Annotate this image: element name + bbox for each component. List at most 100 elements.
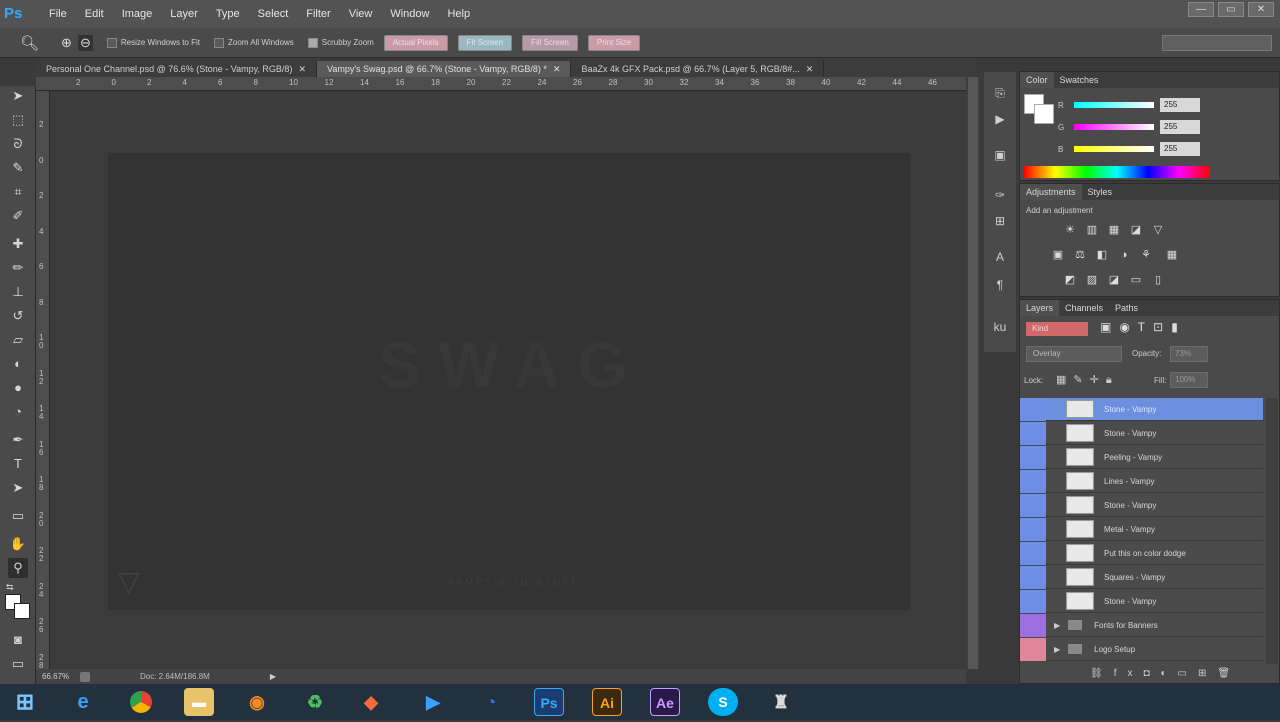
menu-help[interactable]: Help xyxy=(438,0,479,28)
history-brush-tool-icon[interactable]: ↺ xyxy=(8,306,28,326)
zoom-out-icon[interactable]: ⊖ xyxy=(77,34,93,51)
character-panel-icon[interactable]: A xyxy=(991,248,1009,266)
gradient-tool-icon[interactable]: ◐ xyxy=(8,354,28,374)
scrubby-zoom-checkbox[interactable] xyxy=(307,37,318,48)
actual-pixels-button[interactable]: Actual Pixels xyxy=(383,34,448,51)
layer-group-row[interactable]: ▶ Fonts for Banners xyxy=(1020,613,1263,637)
tab-baazx-gfx-pack[interactable]: BaaZx 4k GFX Pack.psd @ 66.7% (Layer 5, … xyxy=(571,61,825,77)
green-value[interactable]: 255 xyxy=(1160,120,1200,134)
hand-tool-icon[interactable]: ✋ xyxy=(8,534,28,554)
tab-styles[interactable]: Styles xyxy=(1082,184,1119,200)
expand-group-icon[interactable]: ▶ xyxy=(1054,645,1060,654)
photo-filter-icon[interactable]: ⚘ xyxy=(1138,247,1154,263)
red-track[interactable] xyxy=(1074,102,1154,108)
taskbar-skype[interactable]: S xyxy=(708,688,738,716)
eyedropper-tool-icon[interactable]: ✐ xyxy=(8,206,28,226)
gradient-map-icon[interactable]: ▽ xyxy=(1150,222,1166,238)
fill-screen-button[interactable]: Fill Screen xyxy=(522,34,578,51)
layer-row[interactable]: Stone - Vampy xyxy=(1020,589,1263,613)
quick-mask-icon[interactable]: ◙ xyxy=(8,630,28,650)
brightness-icon[interactable]: ☀ xyxy=(1062,222,1078,238)
brush-panel-icon[interactable]: ✑ xyxy=(991,186,1009,204)
tab-color[interactable]: Color xyxy=(1020,72,1054,88)
vertical-scrollbar[interactable] xyxy=(966,77,980,669)
workspace-switcher[interactable] xyxy=(1162,34,1272,51)
green-track[interactable] xyxy=(1074,124,1154,130)
layer-row[interactable]: Put this on color dodge xyxy=(1020,541,1263,565)
eraser-tool-icon[interactable]: ▱ xyxy=(8,330,28,350)
filter-kind-dropdown[interactable]: Kind xyxy=(1026,322,1088,336)
visibility-toggle[interactable] xyxy=(1020,469,1046,493)
zoom-level[interactable]: 66.67% xyxy=(36,672,76,681)
zoom-in-icon[interactable]: ⊕ xyxy=(61,35,72,51)
invert-icon[interactable]: ◩ xyxy=(1062,272,1078,288)
posterize-icon[interactable]: ▨ xyxy=(1084,272,1100,288)
crop-tool-icon[interactable]: ⌗ xyxy=(8,182,28,202)
background-color-swatch[interactable] xyxy=(14,603,30,619)
ie-icon[interactable]: e xyxy=(68,688,98,716)
layer-row[interactable]: Metal - Vampy xyxy=(1020,517,1263,541)
zoom-tool-button-icon[interactable]: ⚲ xyxy=(8,558,28,578)
blend-mode-dropdown[interactable]: Overlay xyxy=(1026,346,1122,362)
menu-select[interactable]: Select xyxy=(249,0,298,28)
path-selection-tool-icon[interactable]: ➤ xyxy=(8,478,28,498)
layer-row[interactable]: Lines - Vampy xyxy=(1020,469,1263,493)
marquee-tool-icon[interactable]: ⬚ xyxy=(8,110,28,130)
play-icon[interactable]: ▶ xyxy=(418,688,448,716)
document-canvas[interactable]: SWAG ▽ VAMPY'S 3D STUFF xyxy=(108,153,910,610)
spectrum-ramp[interactable] xyxy=(1024,166,1210,178)
info-panel-icon[interactable]: ▣ xyxy=(991,146,1009,164)
menu-view[interactable]: View xyxy=(340,0,382,28)
fit-screen-button[interactable]: Fit Screen xyxy=(457,34,513,51)
lasso-tool-icon[interactable]: ᘐ xyxy=(8,134,28,154)
channel-mixer-icon[interactable]: ▦ xyxy=(1164,247,1180,263)
menu-filter[interactable]: Filter xyxy=(297,0,339,28)
menu-window[interactable]: Window xyxy=(381,0,438,28)
layers-scrollbar[interactable] xyxy=(1266,398,1278,664)
zoom-all-checkbox[interactable] xyxy=(214,37,224,48)
layers-footer-icons[interactable]: ⛓fx◘◐▭⊞🗑︎ xyxy=(1090,668,1241,679)
lock-icons[interactable]: ▦✎✛🔒︎ xyxy=(1056,373,1119,387)
menu-layer[interactable]: Layer xyxy=(161,0,207,28)
color-balance-icon[interactable]: ◧ xyxy=(1094,247,1110,263)
black-white-icon[interactable]: ◑ xyxy=(1116,247,1132,263)
green-slider[interactable]: G 255 xyxy=(1058,120,1200,134)
swap-colors-icon[interactable]: ⇆ xyxy=(6,582,14,593)
close-button[interactable]: ✕ xyxy=(1248,2,1274,17)
visibility-toggle[interactable] xyxy=(1020,565,1046,589)
opacity-input[interactable]: 73% xyxy=(1170,346,1208,362)
close-tab-icon[interactable]: ✕ xyxy=(806,61,814,77)
minimize-button[interactable]: — xyxy=(1188,2,1214,17)
red-value[interactable]: 255 xyxy=(1160,98,1200,112)
app2-icon[interactable]: ♜ xyxy=(766,688,796,716)
color-lookup-icon[interactable]: ▯ xyxy=(1150,272,1166,288)
visibility-toggle[interactable] xyxy=(1020,637,1046,661)
tab-channels[interactable]: Channels xyxy=(1059,300,1109,316)
zoom-tool-icon[interactable]: 🔍︎ xyxy=(20,34,39,52)
red-slider[interactable]: R 255 xyxy=(1058,98,1200,112)
curves-icon[interactable]: ▦ xyxy=(1106,222,1122,238)
tab-layers[interactable]: Layers xyxy=(1020,300,1060,316)
brush-tool-icon[interactable]: ✏ xyxy=(8,258,28,278)
visibility-toggle[interactable] xyxy=(1020,517,1046,541)
status-menu-arrow-icon[interactable]: ▶ xyxy=(270,672,276,681)
layer-row[interactable]: Squares - Vampy xyxy=(1020,565,1263,589)
exposure-icon[interactable]: ◪ xyxy=(1128,222,1144,238)
visibility-toggle[interactable] xyxy=(1020,493,1046,517)
maximize-button[interactable]: ▭ xyxy=(1218,2,1244,17)
zoom-all-option[interactable]: Zoom All Windows xyxy=(214,37,294,48)
print-size-button[interactable]: Print Size xyxy=(587,34,641,51)
pen-tool-icon[interactable]: ✒ xyxy=(8,430,28,450)
close-tab-icon[interactable]: ✕ xyxy=(553,61,561,77)
app-icon[interactable]: ◆ xyxy=(356,688,386,716)
clone-stamp-tool-icon[interactable]: ⊥ xyxy=(8,282,28,302)
tab-adjustments[interactable]: Adjustments xyxy=(1020,184,1082,200)
brush-presets-icon[interactable]: ⊞ xyxy=(991,212,1009,230)
visibility-toggle[interactable] xyxy=(1020,541,1046,565)
taskbar-illustrator[interactable]: Ai xyxy=(592,688,622,716)
quick-selection-tool-icon[interactable]: ✎ xyxy=(8,158,28,178)
media-icon[interactable]: ◉ xyxy=(242,688,272,716)
blue-track[interactable] xyxy=(1074,146,1154,152)
layer-row[interactable]: Stone - Vampy xyxy=(1020,493,1263,517)
shape-tool-icon[interactable]: ▭ xyxy=(8,506,28,526)
